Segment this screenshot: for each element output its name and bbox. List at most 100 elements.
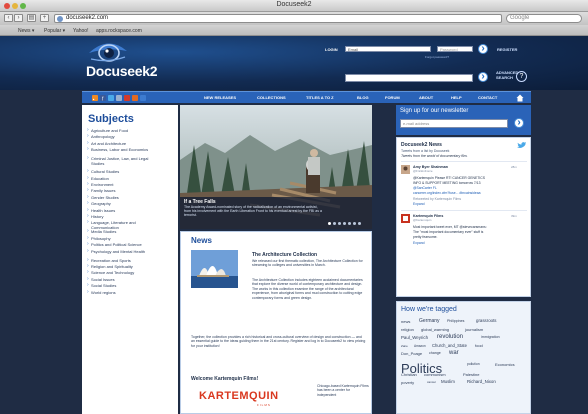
slide-dot-4[interactable] [343,222,346,225]
kartemquin-logo[interactable]: KARTEMQUIN FILMS [199,390,303,410]
avatar[interactable] [401,165,410,174]
tag-link[interactable]: change [429,351,441,355]
nav-titles-a-to-z[interactable]: TITLES A TO Z [306,95,334,100]
subject-link[interactable]: Social Issues [87,277,153,283]
newsletter-submit-button[interactable] [514,117,524,128]
tag-link[interactable]: grassroots [476,318,497,323]
opera-house-thumbnail[interactable] [191,250,238,288]
tweet-expand-link[interactable]: Expand [413,202,425,206]
subject-link[interactable]: Religion and Spirituality [87,264,153,270]
subject-link[interactable]: Cultural Studies [87,169,153,175]
tag-link[interactable]: religion [401,327,414,332]
forgot-password-link[interactable]: Forgot password? [425,55,449,59]
tag-link[interactable]: Don_Poage [401,351,422,356]
tag-link[interactable]: Church_and_State [432,343,467,348]
rss-icon[interactable] [92,95,98,101]
bookmark-yahoo[interactable]: Yahoo! [73,28,88,34]
search-go-button[interactable] [478,71,488,82]
subject-link[interactable]: Philosophy [87,236,153,242]
password-field[interactable]: Password [437,46,473,52]
nav-forum[interactable]: FORUM [385,95,400,100]
share-icon[interactable] [132,95,138,101]
vimeo-icon[interactable] [140,95,146,101]
subject-link[interactable]: Agriculture and Food [87,128,153,134]
back-icon[interactable]: ‹ [4,14,13,22]
email-icon[interactable] [116,95,122,101]
slide-dot-5[interactable] [348,222,351,225]
nav-blog[interactable]: BLOG [357,95,369,100]
welcome-title[interactable]: Welcome Kartemquin Films! [191,376,258,382]
slide-dot-3[interactable] [338,222,341,225]
tag-link[interactable]: Amazon [414,344,426,348]
subject-link[interactable]: Education [87,176,153,182]
nav-collections[interactable]: COLLECTIONS [257,95,286,100]
youtube-icon[interactable] [124,95,130,101]
slide-dot-1[interactable] [328,222,331,225]
tweet-link[interactable]: cancerer.org/index.cfm?fuse... #brcainsi… [413,191,480,195]
tweet-time[interactable]: 39m [511,214,517,218]
subject-link[interactable]: World regions [87,290,153,296]
tag-link[interactable]: poverty [401,380,414,385]
help-icon[interactable]: ? [516,71,527,82]
subject-link[interactable]: Recreation and Sports [87,258,153,264]
slide-dot-2[interactable] [333,222,336,225]
advanced-search-link[interactable]: ADVANCED SEARCH [496,70,518,80]
tweet-handle[interactable]: @Kartemquin [413,218,431,222]
tag-link[interactable]: Muslim [441,379,455,384]
tweet-handle[interactable]: @FrickinForce [413,169,433,173]
tag-link[interactable]: revolution [437,334,463,340]
site-logo[interactable]: Docuseek2 [86,63,158,79]
slide-dot-7[interactable] [358,222,361,225]
subject-link[interactable]: Gender Studies [87,195,153,201]
subject-link[interactable]: Art and Architecture [87,141,153,147]
tag-link[interactable]: Germany [419,318,440,324]
subject-link[interactable]: Environment [87,182,153,188]
register-link[interactable]: REGISTER [497,47,517,52]
subject-link[interactable]: Criminal Justice, Law, and Legal Studies [87,156,153,166]
subject-link[interactable]: Science and Technology [87,270,153,276]
twitter-title[interactable]: Docuseek2 News [401,142,442,148]
news-item-title[interactable]: The Architecture Collection [252,252,317,258]
tag-link[interactable]: immigration [481,335,500,339]
login-go-button[interactable] [478,43,488,54]
subject-link[interactable]: Social Studies [87,283,153,289]
nav-about[interactable]: ABOUT [419,95,433,100]
bookmark-popular[interactable]: Popular ▾ [44,28,65,34]
nav-contact[interactable]: CONTACT [478,95,497,100]
tag-link[interactable]: war [449,350,459,356]
bookmark-news[interactable]: News ▾ [18,28,34,34]
tweet-expand-link[interactable]: Expand [413,241,425,245]
twitter-icon[interactable] [108,95,114,101]
facebook-icon[interactable]: f [100,95,106,101]
tag-link[interactable]: Christian [401,372,417,377]
subject-link[interactable]: Anthropology [87,134,153,140]
nav-help[interactable]: HELP [451,95,462,100]
add-icon[interactable]: + [40,14,49,22]
browser-search-field[interactable]: Google [506,14,582,23]
address-bar[interactable]: docuseek2.com [54,14,502,23]
subject-link[interactable]: Media Studies [87,229,153,235]
slide-dot-6[interactable] [353,222,356,225]
email-field[interactable]: Email [345,46,431,52]
tag-link[interactable]: Zaire [401,344,408,348]
forward-icon[interactable]: › [14,14,23,22]
tweet-mention[interactable]: @SanCarter FL [413,186,437,190]
tag-link[interactable]: pollution [467,362,480,366]
tag-link[interactable]: food [475,343,483,348]
tag-link[interactable]: communism [424,372,446,377]
subject-link[interactable]: Family Issues [87,188,153,194]
newsletter-email-input[interactable]: e-mail address [400,119,508,128]
tag-link[interactable]: Paul_Weyrich [401,335,428,340]
subject-link[interactable]: Business, Labor and Economics [87,147,153,153]
tag-link[interactable]: Economics [495,362,515,367]
subject-link[interactable]: Politics and Political Science [87,242,153,248]
tag-link[interactable]: Philippines [447,319,464,323]
bookmark-apps[interactable]: apps.rockspace.com [96,28,142,34]
tag-link[interactable]: journalism [465,327,483,332]
tag-link[interactable]: global_warming [421,327,449,332]
subject-link[interactable]: Geography [87,201,153,207]
tag-link[interactable]: news [401,319,410,324]
tweet-time[interactable]: 28m [511,165,517,169]
subject-link[interactable]: Health Issues [87,208,153,214]
tag-link[interactable]: Palestine [463,372,479,377]
